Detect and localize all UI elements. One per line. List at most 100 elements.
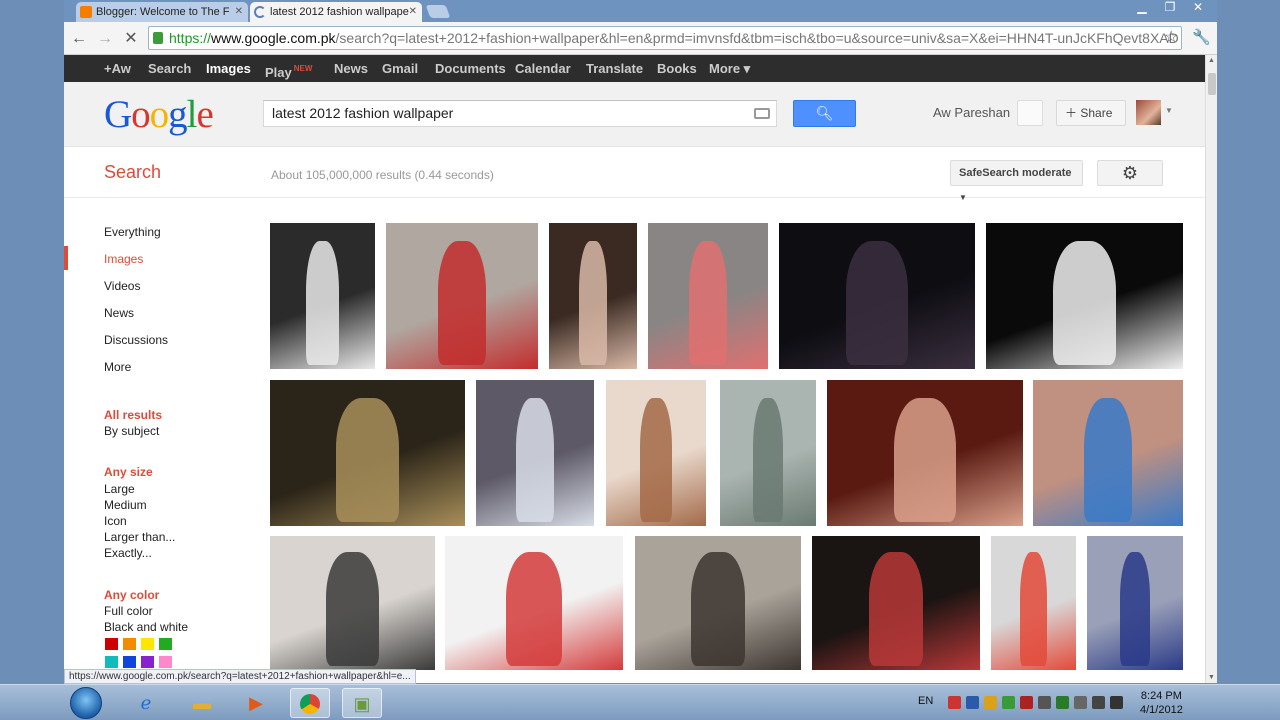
scroll-down-icon[interactable]: ▼ — [1208, 674, 1215, 681]
notifications-button[interactable] — [1017, 100, 1043, 126]
gbar-item-gmail[interactable]: Gmail — [382, 55, 418, 82]
page-scrollbar[interactable]: ▲ ▼ — [1205, 55, 1217, 683]
search-by-image-camera-icon[interactable] — [754, 108, 770, 119]
color-swatch[interactable] — [159, 656, 172, 668]
gbar-item-calendar[interactable]: Calendar — [515, 55, 571, 82]
tab-blogger[interactable]: Blogger: Welcome to The F ✕ — [76, 2, 248, 22]
filter-size-medium[interactable]: Medium — [104, 498, 147, 512]
tray-icon[interactable] — [1002, 696, 1015, 709]
close-tab-icon[interactable]: ✕ — [235, 2, 243, 22]
tray-icon[interactable] — [1092, 696, 1105, 709]
chrome-icon[interactable] — [290, 688, 330, 718]
camtasia-icon[interactable]: ▣ — [342, 688, 382, 718]
safesearch-dropdown[interactable]: SafeSearch moderate ▼ — [950, 160, 1083, 202]
gbar-item-more[interactable]: More ▾ — [709, 55, 750, 82]
sidebar-item-news[interactable]: News — [104, 306, 134, 320]
tray-icon[interactable] — [1020, 696, 1033, 709]
image-result-thumbnail[interactable] — [991, 536, 1076, 670]
internet-explorer-icon[interactable]: ℯ — [126, 688, 166, 718]
gbar-item-play[interactable]: Play NEW — [265, 55, 312, 82]
filter-any-color[interactable]: Any color — [104, 588, 159, 602]
image-result-thumbnail[interactable] — [648, 223, 768, 369]
image-result-thumbnail[interactable] — [986, 223, 1183, 369]
close-tab-icon[interactable]: ✕ — [409, 2, 417, 22]
gbar-item-documents[interactable]: Documents — [435, 55, 506, 82]
image-result-thumbnail[interactable] — [270, 536, 435, 670]
filter-by-subject[interactable]: By subject — [104, 424, 159, 438]
new-tab-button[interactable] — [425, 5, 451, 18]
gbar-item-translate[interactable]: Translate — [586, 55, 643, 82]
wrench-menu-icon[interactable]: 🔧 — [1192, 28, 1211, 46]
filter-size-large[interactable]: Large — [104, 482, 135, 496]
image-result-thumbnail[interactable] — [779, 223, 975, 369]
sidebar-item-videos[interactable]: Videos — [104, 279, 140, 293]
tray-icon[interactable] — [948, 696, 961, 709]
scroll-up-icon[interactable]: ▲ — [1208, 57, 1215, 64]
filter-size-exactly[interactable]: Exactly... — [104, 546, 152, 560]
filter-full-color[interactable]: Full color — [104, 604, 153, 618]
scrollbar-thumb[interactable] — [1208, 73, 1216, 95]
restore-icon[interactable]: ❐ — [1159, 0, 1181, 16]
tab-google-images[interactable]: latest 2012 fashion wallpape ✕ — [250, 2, 422, 22]
chevron-down-icon[interactable]: ▼ — [1165, 106, 1173, 115]
image-result-thumbnail[interactable] — [386, 223, 538, 369]
image-result-thumbnail[interactable] — [476, 380, 594, 526]
image-result-thumbnail[interactable] — [270, 380, 465, 526]
gbar-item-plus[interactable]: +Aw — [104, 55, 131, 82]
folder-icon[interactable]: ▬ — [182, 688, 222, 718]
gear-icon[interactable]: ⚙ — [1097, 160, 1163, 186]
color-swatch[interactable] — [141, 656, 154, 668]
search-input[interactable]: latest 2012 fashion wallpaper — [263, 100, 777, 127]
user-name[interactable]: Aw Pareshan — [933, 105, 1010, 120]
minimize-icon[interactable]: ▁ — [1131, 0, 1153, 16]
gbar-item-news[interactable]: News — [334, 55, 368, 82]
color-swatch[interactable] — [105, 638, 118, 650]
address-bar[interactable]: https://www.google.com.pk/search?q=lates… — [148, 26, 1182, 50]
tray-icon[interactable] — [1056, 696, 1069, 709]
close-window-icon[interactable]: ✕ — [1187, 0, 1209, 16]
back-arrow-icon[interactable]: ← — [68, 28, 90, 50]
filter-black-white[interactable]: Black and white — [104, 620, 188, 634]
tray-icon[interactable] — [1038, 696, 1051, 709]
filter-any-size[interactable]: Any size — [104, 465, 153, 479]
stop-reload-icon[interactable]: ✕ — [120, 28, 142, 50]
image-result-thumbnail[interactable] — [1087, 536, 1183, 670]
media-player-icon[interactable]: ▶ — [236, 688, 276, 718]
color-swatch[interactable] — [159, 638, 172, 650]
image-result-thumbnail[interactable] — [549, 223, 637, 369]
image-result-thumbnail[interactable] — [270, 223, 375, 369]
share-button[interactable]: ＋ Share — [1056, 100, 1126, 126]
image-result-thumbnail[interactable] — [445, 536, 623, 670]
tray-icon[interactable] — [1110, 696, 1123, 709]
language-indicator[interactable]: EN — [918, 695, 933, 707]
forward-arrow-icon[interactable]: → — [94, 28, 116, 50]
image-result-thumbnail[interactable] — [812, 536, 980, 670]
clock[interactable]: 8:24 PM 4/1/2012 — [1140, 689, 1183, 717]
image-result-thumbnail[interactable] — [827, 380, 1023, 526]
color-swatch[interactable] — [141, 638, 154, 650]
search-button[interactable]: 🔍︎ — [793, 100, 856, 127]
sidebar-item-more[interactable]: More — [104, 360, 131, 374]
sidebar-item-everything[interactable]: Everything — [104, 225, 161, 239]
gbar-item-images[interactable]: Images — [206, 55, 251, 82]
gbar-item-books[interactable]: Books — [657, 55, 697, 82]
tray-icon[interactable] — [966, 696, 979, 709]
image-result-thumbnail[interactable] — [606, 380, 706, 526]
bookmark-star-icon[interactable]: ☆ — [1164, 27, 1178, 47]
filter-size-icon[interactable]: Icon — [104, 514, 127, 528]
google-logo[interactable]: Google — [104, 92, 214, 137]
start-button[interactable] — [70, 687, 102, 719]
gbar-item-search[interactable]: Search — [148, 55, 191, 82]
color-swatch[interactable] — [123, 638, 136, 650]
tray-icon[interactable] — [1074, 696, 1087, 709]
color-swatch[interactable] — [105, 656, 118, 668]
tray-icon[interactable] — [984, 696, 997, 709]
filter-all-results[interactable]: All results — [104, 408, 162, 422]
filter-size-larger-than[interactable]: Larger than... — [104, 530, 175, 544]
image-result-thumbnail[interactable] — [720, 380, 816, 526]
image-result-thumbnail[interactable] — [635, 536, 801, 670]
color-swatch[interactable] — [123, 656, 136, 668]
sidebar-item-discussions[interactable]: Discussions — [104, 333, 168, 347]
avatar[interactable] — [1136, 100, 1161, 125]
sidebar-item-images[interactable]: Images — [104, 252, 143, 266]
